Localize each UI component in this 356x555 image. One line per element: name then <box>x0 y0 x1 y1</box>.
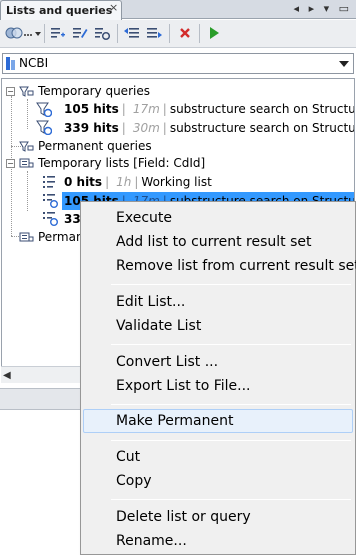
join-icon[interactable] <box>4 25 34 41</box>
node-label: Temporary lists [Field: CdId] <box>38 156 206 170</box>
menu-separator <box>111 499 351 500</box>
context-menu: Execute Add list to current result set R… <box>80 201 356 555</box>
node-label: Temporary queries <box>38 84 150 98</box>
collapse-toggle[interactable]: − <box>6 159 15 168</box>
move-up-icon[interactable] <box>124 25 140 41</box>
tab-close-icon[interactable]: × <box>109 1 118 14</box>
query-icon <box>36 102 52 117</box>
tree-node-permanent-queries[interactable]: Permanent queries <box>38 137 152 155</box>
run-icon[interactable] <box>206 25 222 41</box>
hits-count: 339 hits <box>64 121 119 135</box>
menu-item-delete[interactable]: Delete list or query <box>83 505 353 529</box>
menu-separator <box>111 344 351 345</box>
edit-list-icon[interactable] <box>72 25 88 41</box>
menu-separator <box>111 440 351 441</box>
add-list-icon[interactable] <box>50 25 66 41</box>
list-settings-icon[interactable] <box>94 25 110 41</box>
database-selected-value: NCBI <box>19 56 49 70</box>
age: 1h <box>116 175 132 189</box>
list-query-icon <box>43 212 58 226</box>
tab-title: Lists and queries <box>6 4 113 17</box>
query-icon <box>36 120 52 135</box>
age: 17m <box>132 102 160 116</box>
move-down-icon[interactable] <box>146 25 162 41</box>
list-folder-icon <box>19 232 34 242</box>
menu-item-copy[interactable]: Copy <box>83 469 353 493</box>
list-icon <box>43 176 55 188</box>
tab-lists-and-queries[interactable]: Lists and queries × <box>0 0 122 20</box>
query-folder-icon <box>19 141 34 152</box>
list-query-icon <box>43 194 58 208</box>
tree-row-query[interactable]: 105 hits | 17m | substructure search on Stru… <box>64 100 355 118</box>
toolbar-separator <box>169 24 170 43</box>
hits-count: 0 hits <box>64 175 103 189</box>
list-folder-icon <box>19 158 34 168</box>
query-folder-icon <box>19 86 34 97</box>
tree-line <box>27 171 28 211</box>
chevron-down-icon[interactable] <box>339 61 349 67</box>
menu-item-make-permanent[interactable]: Make Permanent <box>83 409 353 433</box>
database-icon <box>6 57 15 70</box>
tree-node-temporary-lists[interactable]: Temporary lists [Field: CdId] <box>38 154 205 172</box>
tree-row-query[interactable]: 339 hits | 30m | substructure search on Stru… <box>64 119 355 137</box>
tree-row-list[interactable]: 0 hits | 1h | Working list <box>64 173 212 191</box>
menu-item-edit-list[interactable]: Edit List... <box>83 290 353 314</box>
tree-node-temporary-queries[interactable]: Temporary queries <box>38 82 150 100</box>
menu-item-execute[interactable]: Execute <box>83 206 353 230</box>
menu-separator <box>111 404 351 405</box>
menu-item-rename[interactable]: Rename... <box>83 529 353 553</box>
list-description: Working list <box>141 175 212 189</box>
menu-item-export-list[interactable]: Export List to File... <box>83 374 353 398</box>
menu-item-remove-from-result[interactable]: Remove list from current result set <box>83 254 356 278</box>
scroll-left-icon[interactable]: ◀ <box>3 370 11 381</box>
query-description: substructure search on Structure <box>169 121 355 135</box>
toolbar-separator <box>117 24 118 43</box>
tree-line <box>27 99 28 129</box>
node-label: Permanent queries <box>38 139 152 153</box>
menu-item-convert-list[interactable]: Convert List ... <box>83 350 353 374</box>
collapse-toggle[interactable]: − <box>6 87 15 96</box>
window-control-icons[interactable]: ◂ ▸ ▾ ▭ <box>294 2 352 15</box>
toolbar-separator <box>199 24 200 43</box>
chevron-down-icon[interactable] <box>35 32 41 36</box>
query-description: substructure search on Structure <box>169 102 355 116</box>
database-select[interactable]: NCBI <box>2 53 354 74</box>
age: 30m <box>132 121 160 135</box>
delete-icon[interactable] <box>177 25 193 41</box>
hits-count: 105 hits <box>64 102 119 116</box>
menu-item-add-to-result[interactable]: Add list to current result set <box>83 230 353 254</box>
toolbar <box>0 20 356 48</box>
menu-item-cut[interactable]: Cut <box>83 445 353 469</box>
toolbar-separator <box>44 24 45 43</box>
menu-separator <box>111 284 351 285</box>
menu-item-validate-list[interactable]: Validate List <box>83 314 353 338</box>
